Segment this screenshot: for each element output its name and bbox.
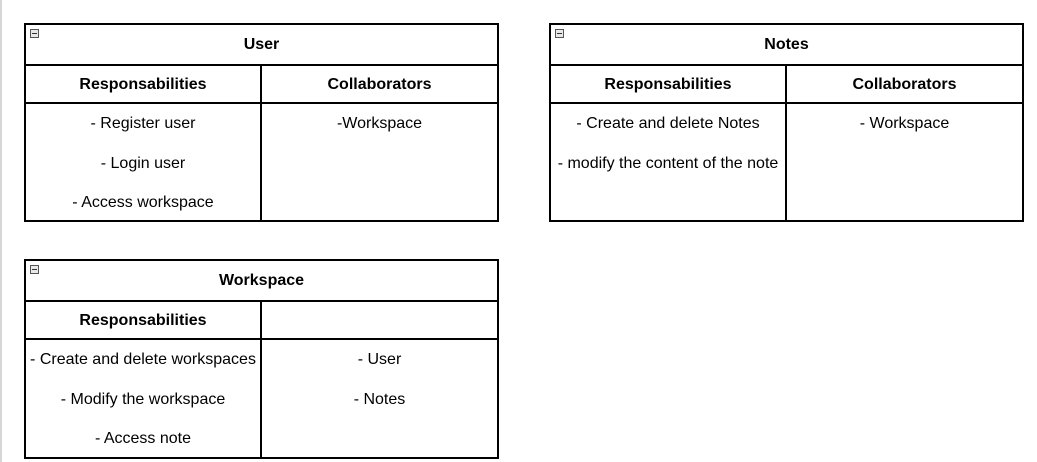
body-row: - Register user - Login user - Access wo… (26, 104, 497, 222)
header-row: Responsabilities Collaborators (26, 66, 497, 104)
crc-card-notes: Notes Responsabilities Collaborators - C… (549, 23, 1024, 222)
card-title-bar: Notes (551, 25, 1022, 66)
collaborators-column: -Workspace (262, 104, 497, 222)
responsibility-item: - Register user (90, 115, 196, 132)
header-row: Responsabilities Collaborators (551, 66, 1022, 104)
responsibilities-header: Responsabilities (26, 302, 262, 338)
page-left-edge (0, 0, 2, 462)
card-title-bar: Workspace (26, 261, 497, 302)
card-title-bar: User (26, 25, 497, 66)
responsibilities-column: - Create and delete Notes - modify the c… (551, 104, 787, 222)
body-row: - Create and delete workspaces - Modify … (26, 340, 497, 459)
responsibilities-column: - Register user - Login user - Access wo… (26, 104, 262, 222)
collapse-icon[interactable] (555, 29, 564, 38)
responsibilities-header: Responsabilities (26, 66, 262, 102)
collaborators-column: - User - Notes (262, 340, 497, 459)
card-title: Notes (764, 36, 809, 53)
body-row: - Create and delete Notes - modify the c… (551, 104, 1022, 222)
collaborators-header (262, 302, 497, 338)
responsibility-item: - Create and delete Notes (576, 115, 760, 132)
collaborator-item: -Workspace (336, 115, 423, 132)
collaborator-item: - Workspace (859, 115, 950, 132)
collapse-icon[interactable] (30, 265, 39, 274)
card-title: Workspace (218, 272, 305, 289)
responsibility-item: - Modify the workspace (60, 390, 226, 408)
collaborators-header: Collaborators (852, 76, 957, 93)
responsibility-item: - modify the content of the note (557, 154, 779, 172)
collaborators-header: Collaborators (327, 76, 432, 93)
collaborator-item: - Notes (353, 390, 406, 408)
collapse-icon[interactable] (30, 29, 39, 38)
responsibility-item: - Login user (100, 154, 186, 172)
crc-card-workspace: Workspace Responsabilities - Create and … (24, 259, 499, 459)
responsibility-item: - Access workspace (72, 194, 214, 211)
header-row: Responsabilities (26, 302, 497, 340)
responsibility-item: - Create and delete workspaces (30, 351, 256, 368)
card-title: User (243, 36, 280, 53)
responsibilities-column: - Create and delete workspaces - Modify … (26, 340, 262, 459)
crc-card-user: User Responsabilities Collaborators - Re… (24, 23, 499, 222)
collaborator-item: - User (357, 351, 402, 368)
responsibility-item: - Access note (94, 430, 192, 447)
collaborators-column: - Workspace (787, 104, 1022, 222)
responsibilities-header: Responsabilities (551, 66, 787, 102)
